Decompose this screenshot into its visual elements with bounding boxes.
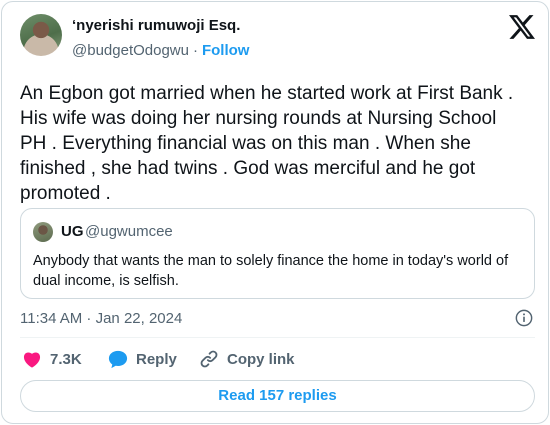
quoted-tweet-text: Anybody that wants the man to solely fin… bbox=[33, 253, 509, 289]
quoted-tweet[interactable]: UG @ugwumcee Anybody that wants the man … bbox=[20, 208, 535, 299]
info-icon[interactable] bbox=[515, 309, 533, 327]
like-button[interactable]: 7.3K bbox=[22, 348, 82, 370]
quoted-author-name: UG bbox=[61, 223, 84, 240]
link-icon bbox=[200, 350, 218, 368]
heart-icon bbox=[23, 352, 41, 368]
separator-dot: · bbox=[192, 42, 198, 59]
reply-button[interactable]: Reply bbox=[108, 348, 177, 370]
divider bbox=[20, 337, 535, 338]
like-count: 7.3K bbox=[50, 350, 82, 368]
author-display-name[interactable]: ‘nyerishi rumuwoji Esq. bbox=[72, 17, 240, 34]
quoted-author-handle: @ugwumcee bbox=[85, 223, 173, 240]
tweet-text: An Egbon got married when he started wor… bbox=[20, 83, 514, 204]
quoted-author-avatar bbox=[33, 222, 53, 242]
copy-link-label: Copy link bbox=[227, 350, 295, 368]
tweet-embed-card: ‘nyerishi rumuwoji Esq. @budgetOdogwu · Fo… bbox=[1, 1, 549, 424]
follow-button[interactable]: Follow bbox=[202, 42, 250, 59]
copy-link-button[interactable]: Copy link bbox=[199, 348, 295, 370]
author-avatar[interactable] bbox=[20, 14, 62, 56]
reply-bubble-icon bbox=[108, 350, 128, 368]
author-handle-row: @budgetOdogwu · Follow bbox=[72, 42, 249, 59]
tweet-timestamp[interactable]: 11:34 AM · Jan 22, 2024 bbox=[20, 310, 182, 327]
read-replies-button[interactable]: Read 157 replies bbox=[20, 380, 535, 412]
author-handle[interactable]: @budgetOdogwu bbox=[72, 42, 189, 59]
reply-label: Reply bbox=[136, 350, 177, 368]
x-logo-icon[interactable] bbox=[509, 15, 535, 39]
